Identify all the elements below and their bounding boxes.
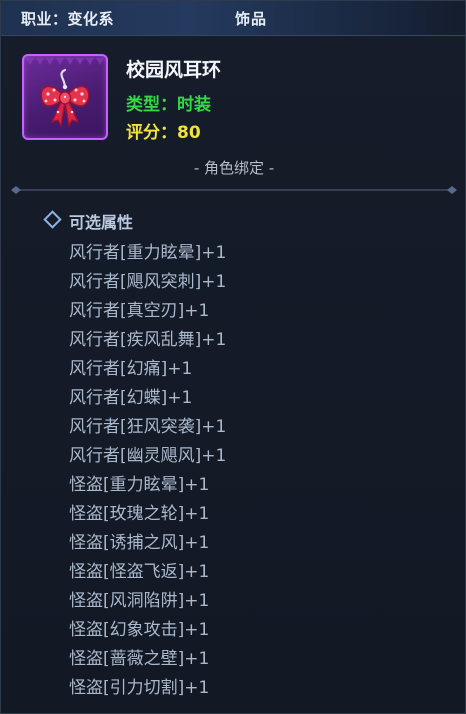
attribute-item: 风行者[真空刃]+1: [69, 301, 210, 321]
attribute-item: 怪盗[蔷薇之壁]+1: [69, 649, 210, 669]
diamond-bullet-icon: [43, 210, 62, 229]
optional-attributes-label: 可选属性: [69, 213, 134, 232]
attribute-item: 风行者[幻蝶]+1: [69, 388, 193, 408]
attribute-item: 风行者[幻痛]+1: [69, 359, 193, 379]
item-name: 校园风耳环: [126, 59, 222, 81]
tooltip-header: 职业：变化系 饰品: [1, 1, 465, 36]
attribute-item: 风行者[幽灵飓风]+1: [69, 446, 227, 466]
optional-attributes-title: 可选属性: [43, 209, 134, 233]
item-category: 饰品: [235, 10, 268, 28]
bow-earring-icon: [26, 58, 104, 129]
section-divider: [11, 186, 457, 194]
attribute-item: 风行者[狂风突袭]+1: [69, 417, 227, 437]
optional-attributes-list: 风行者[重力眩晕]+1 风行者[飓风突刺]+1 风行者[真空刃]+1 风行者[疾…: [69, 239, 226, 703]
item-icon-frame[interactable]: [22, 54, 108, 140]
item-type: 类型：时装: [126, 95, 211, 115]
attribute-item: 风行者[疾风乱舞]+1: [69, 330, 227, 350]
attribute-item: 怪盗[重力眩晕]+1: [69, 475, 210, 495]
item-tooltip: 职业：变化系 饰品 校园风耳环 类型：时装 评分：80 - 角色绑定 - 可选属…: [0, 0, 466, 714]
bind-status: - 角色绑定 -: [193, 159, 275, 177]
attribute-item: 怪盗[幻象攻击]+1: [69, 620, 210, 640]
item-score: 评分：80: [126, 123, 201, 143]
attribute-item: 怪盗[风洞陷阱]+1: [69, 591, 210, 611]
attribute-item: 风行者[重力眩晕]+1: [69, 243, 227, 263]
attribute-item: 风行者[飓风突刺]+1: [69, 272, 227, 292]
attribute-item: 怪盗[怪盗飞返]+1: [69, 562, 210, 582]
attribute-item: 怪盗[玫瑰之轮]+1: [69, 504, 210, 524]
job-label: 职业：变化系: [21, 10, 115, 28]
attribute-item: 怪盗[诱捕之风]+1: [69, 533, 210, 553]
attribute-item: 怪盗[引力切割]+1: [69, 678, 210, 698]
